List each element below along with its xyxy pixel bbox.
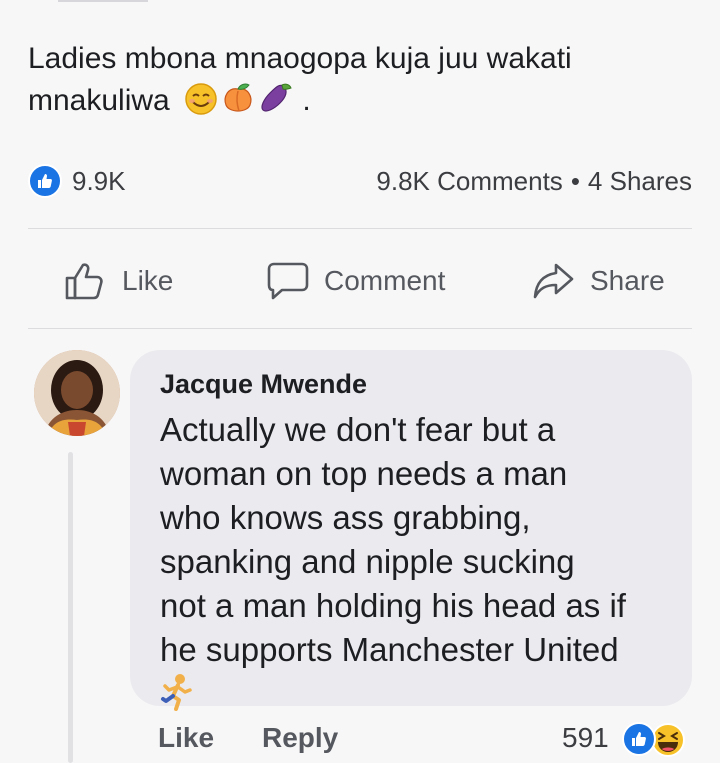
running-person-icon [161,674,192,711]
avatar[interactable] [34,350,120,436]
post-actions-bar: Like Comment Share [28,255,692,307]
eggplant-icon [261,83,292,112]
separator-dot: • [570,166,580,196]
share-button[interactable]: Share [532,255,665,307]
comment-like-button[interactable]: Like [158,722,214,754]
comment-reactions[interactable] [622,720,702,760]
comment-share-counts: 9.8K Comments • 4 Shares [376,166,692,197]
peach-icon [224,83,252,112]
comment-emoji [160,672,668,712]
post-text-line1: Ladies mbona mnaogopa kuja juu wakati [28,42,572,75]
smiling-face-icon [185,83,217,115]
post-text: Ladies mbona mnaogopa kuja juu wakati mn… [28,38,698,122]
share-arrow-icon [533,263,574,299]
like-button[interactable]: Like [64,255,173,307]
comment-button[interactable]: Comment [266,255,445,307]
comment-bubble: Jacque Mwende Actually we don't fear but… [130,350,692,711]
thumbs-up-icon [65,263,103,300]
thread-line [68,452,73,763]
post-text-tail: . [302,84,311,117]
divider [28,328,692,329]
comment-text: Actually we don't fear but a woman on to… [160,411,626,668]
comment-reaction-count[interactable]: 591 [562,722,609,754]
comment-actions: Like Reply 591 [158,718,698,762]
like-icon [622,722,656,756]
comment-author[interactable]: Jacque Mwende [160,366,668,402]
post-text-line2: mnakuliwa [28,84,170,117]
comment-label: Comment [324,265,446,296]
comments-count[interactable]: 9.8K Comments [376,166,562,196]
reaction-count[interactable]: 9.9K [72,166,126,197]
share-label: Share [590,265,665,296]
divider [28,228,692,229]
shares-count[interactable]: 4 Shares [588,166,692,196]
post-emojis [184,81,294,117]
top-divider-fragment [58,0,148,2]
like-reaction-icon[interactable] [28,164,62,198]
comment-reply-button[interactable]: Reply [262,722,338,754]
like-label: Like [122,265,174,296]
comment-icon [267,262,309,300]
post-stats: 9.9K 9.8K Comments • 4 Shares [28,160,692,200]
